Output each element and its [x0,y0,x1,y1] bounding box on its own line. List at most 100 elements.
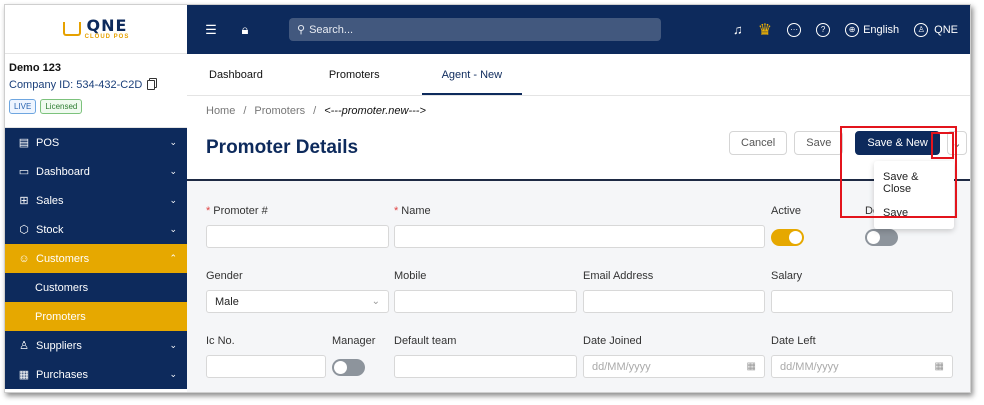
top-bar: ☰ 🔒︎ ⚲ Search... ♫ ♛ ··· ? ⊕ English ♙ Q… [187,5,970,54]
cancel-button[interactable]: Cancel [729,131,788,155]
promoter-no-field[interactable] [206,225,389,248]
name-field[interactable] [394,225,765,248]
search-input[interactable]: ⚲ Search... [289,18,661,41]
receipt-icon: ▦ [18,369,30,381]
sidebar-item-label: Purchases [36,368,88,381]
collapse-menu-icon[interactable]: ☰ [201,22,221,38]
cart-icon [62,22,81,36]
user-icon: ♙ [914,22,929,37]
breadcrumb: Home / Promoters / <---promoter.new---> [206,105,426,117]
logo-bar: QNE CLOUD POS [5,5,187,54]
highlight-box [931,132,954,159]
sidebar-item-sales[interactable]: ⊞ Sales ⌄ [5,186,187,215]
sidebar-item-label: Sales [36,194,64,207]
sidebar-nav: ▤ POS ⌄ ▭ Dashboard ⌄ ⊞ Sales ⌄ ⬡ Stock … [5,128,187,389]
logo-sub-text: CLOUD POS [84,34,130,40]
sidebar-item-customers[interactable]: ☺ Customers ⌃ [5,244,187,273]
gender-select[interactable]: Male ⌄ [206,290,389,313]
app-window: QNE CLOUD POS Demo 123 Company ID: 534-4… [4,4,971,393]
chevron-down-icon: ⌄ [169,340,177,350]
chevron-up-icon: ⌃ [169,253,177,263]
language-label: English [863,23,900,36]
date-joined-label: Date Joined [583,335,642,347]
copy-icon[interactable] [147,80,156,90]
email-field[interactable] [583,290,765,313]
sidebar-item-label: Customers [36,252,90,265]
email-label: Email Address [583,270,654,282]
date-joined-field[interactable]: dd/MM/yyyy ▦ [583,355,765,378]
live-badge: LIVE [9,99,37,114]
bell-icon[interactable]: ♫ [733,22,743,37]
sidebar-item-stock[interactable]: ⬡ Stock ⌄ [5,215,187,244]
save-button[interactable]: Save [794,131,844,155]
sidebar: QNE CLOUD POS Demo 123 Company ID: 534-4… [5,5,187,392]
users-icon: ☺ [18,252,30,265]
company-id: Company ID: 534-432-C2D [9,79,183,91]
company-id-text: Company ID: 534-432-C2D [9,79,143,91]
monitor-icon: ▭ [18,166,30,178]
manager-label: Manager [332,335,376,347]
salary-field[interactable] [771,290,953,313]
manager-toggle[interactable] [332,359,365,376]
calendar-icon: ▦ [746,361,756,372]
toggle-knob [867,231,880,244]
sidebar-item-label: Stock [36,223,64,236]
chevron-down-icon: ⌄ [169,137,177,147]
logo-main-text: QNE [86,16,128,35]
chevron-down-icon: ⌄ [169,224,177,234]
date-left-field[interactable]: dd/MM/yyyy ▦ [771,355,953,378]
breadcrumb-home[interactable]: Home [206,105,235,117]
breadcrumb-promoters[interactable]: Promoters [254,105,305,117]
chevron-down-icon: ⌄ [371,296,380,307]
chat-icon[interactable]: ··· [787,22,802,37]
chevron-down-icon: ⌄ [169,195,177,205]
licensed-badge: Licensed [40,99,83,114]
sidebar-item-dashboard[interactable]: ▭ Dashboard ⌄ [5,157,187,186]
search-placeholder: Search... [309,23,354,36]
person-icon: ♙ [19,340,29,352]
company-info: Demo 123 Company ID: 534-432-C2D LIVE Li… [5,54,187,128]
sidebar-subitem-promoters[interactable]: Promoters [5,302,187,331]
sidebar-item-pos[interactable]: ▤ POS ⌄ [5,128,187,157]
sidebar-item-suppliers[interactable]: ♙ Suppliers ⌄ [5,331,187,360]
lock-icon[interactable]: 🔒︎ [235,22,255,38]
promoter-no-label: * Promoter # [206,205,268,217]
user-name: QNE [934,23,958,36]
language-selector[interactable]: ⊕ English [845,22,900,37]
tab-dashboard[interactable]: Dashboard [187,54,285,95]
user-menu[interactable]: ♙ QNE [914,22,958,37]
tab-agent-new[interactable]: Agent - New [421,54,523,95]
breadcrumb-current: <---promoter.new---> [324,105,426,117]
sidebar-item-label: Suppliers [36,339,82,352]
default-toggle[interactable] [865,229,898,246]
register-icon: ▤ [18,137,30,149]
breadcrumb-separator: / [313,105,317,117]
cart-icon: ⊞ [19,195,29,207]
active-toggle[interactable] [771,229,804,246]
tab-promoters[interactable]: Promoters [307,54,402,95]
date-left-label: Date Left [771,335,816,347]
default-team-field[interactable] [394,355,577,378]
salary-label: Salary [771,270,803,282]
sidebar-item-purchases[interactable]: ▦ Purchases ⌄ [5,360,187,389]
chevron-down-icon: ⌄ [169,369,177,379]
default-team-label: Default team [394,335,457,347]
mobile-label: Mobile [394,270,427,282]
sidebar-item-label: POS [36,136,60,149]
search-icon: ⚲ [297,24,306,36]
company-name: Demo 123 [9,62,61,74]
page-title: Promoter Details [206,137,359,158]
globe-icon: ⊕ [845,22,860,37]
mobile-field[interactable] [394,290,577,313]
help-icon[interactable]: ? [816,22,831,37]
toggle-knob [789,231,802,244]
ic-no-field[interactable] [206,355,326,378]
ic-no-label: Ic No. [206,335,235,347]
crown-icon[interactable]: ♛ [758,20,772,40]
qne-logo[interactable]: QNE CLOUD POS [62,16,130,40]
toggle-knob [334,361,347,374]
chevron-down-icon: ⌄ [169,166,177,176]
sidebar-subitem-customers[interactable]: Customers [5,273,187,302]
gender-label: Gender [206,270,243,282]
sidebar-item-label: Dashboard [36,165,90,178]
